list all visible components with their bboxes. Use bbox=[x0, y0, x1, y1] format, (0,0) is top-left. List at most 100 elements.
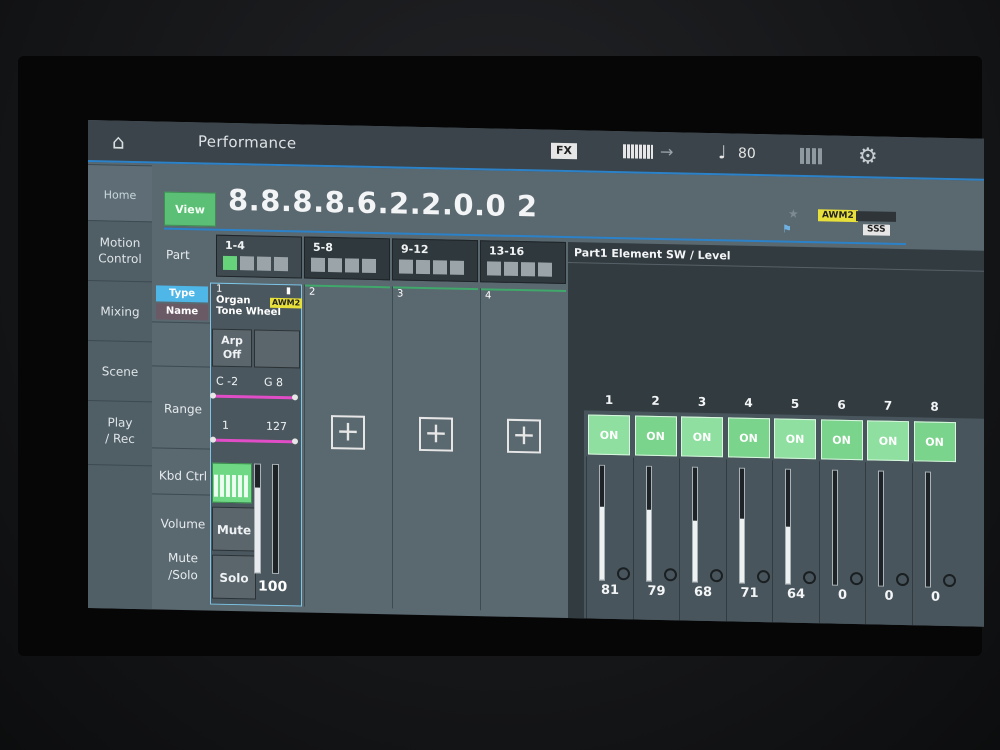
star-icon[interactable]: ★ bbox=[788, 207, 799, 221]
note-icon: ♩ bbox=[718, 142, 727, 164]
part-cell bbox=[345, 258, 359, 273]
part-top-line bbox=[481, 288, 566, 293]
velocity-low-handle[interactable] bbox=[210, 436, 216, 443]
element-on-button[interactable]: ON bbox=[913, 421, 956, 463]
fx-badge[interactable]: FX bbox=[551, 142, 577, 160]
element-number: 7 bbox=[883, 398, 893, 413]
element-level-fader[interactable] bbox=[692, 466, 698, 583]
element-number: 2 bbox=[651, 393, 660, 408]
part-cell bbox=[416, 259, 430, 275]
tab-part-1-4[interactable]: 1-4 bbox=[216, 234, 302, 279]
add-part-button[interactable]: + bbox=[419, 416, 453, 452]
part-cell bbox=[399, 259, 413, 274]
element-level-column: 0 bbox=[865, 462, 911, 626]
element-level-fader[interactable] bbox=[738, 467, 745, 584]
element-on-button[interactable]: ON bbox=[774, 418, 816, 460]
flag-icon: ⚑ bbox=[782, 222, 792, 236]
row-divider bbox=[152, 493, 218, 496]
type-button[interactable]: Type bbox=[156, 285, 208, 303]
element-knob-icon[interactable] bbox=[942, 573, 956, 588]
tempo-value[interactable]: 80 bbox=[738, 146, 756, 162]
awm2-badge: AWM2 bbox=[818, 209, 858, 223]
menu-item-play-rec[interactable]: Play / Rec bbox=[88, 400, 152, 466]
element-knob-icon[interactable] bbox=[710, 569, 723, 583]
note-high-handle[interactable] bbox=[292, 394, 298, 401]
tab-label: 5-8 bbox=[313, 240, 333, 255]
left-menu: Home Motion Control Mixing Scene Play / … bbox=[88, 164, 152, 610]
part2-strip[interactable]: 2 + bbox=[304, 284, 390, 609]
solo-button[interactable]: Solo bbox=[212, 554, 256, 600]
part-cell bbox=[433, 260, 447, 275]
element-knob-icon[interactable] bbox=[803, 570, 816, 585]
part-cell bbox=[223, 255, 237, 271]
element-on-button[interactable]: ON bbox=[727, 417, 770, 459]
mute-solo-label: Mute /Solo bbox=[167, 550, 199, 583]
part-cell bbox=[240, 256, 254, 271]
element-level-column: 81 bbox=[586, 456, 632, 620]
part-top-line bbox=[393, 286, 478, 291]
element-level-fader[interactable] bbox=[785, 468, 791, 585]
menu-item-scene[interactable]: Scene bbox=[88, 340, 152, 402]
grid-icon[interactable] bbox=[800, 147, 824, 165]
element-level-column: 0 bbox=[818, 461, 865, 625]
part-cell bbox=[504, 261, 518, 277]
element-on-button[interactable]: ON bbox=[867, 420, 909, 462]
tab-part-9-12[interactable]: 9-12 bbox=[392, 238, 478, 283]
fader-fill bbox=[600, 507, 604, 580]
name-button[interactable]: Name bbox=[156, 303, 208, 321]
velocity-low[interactable]: 1 bbox=[222, 419, 229, 432]
tab-part-5-8[interactable]: 5-8 bbox=[304, 236, 390, 281]
add-part-button[interactable]: + bbox=[331, 414, 365, 450]
note-low-handle[interactable] bbox=[210, 392, 216, 399]
element-on-button[interactable]: ON bbox=[820, 419, 863, 461]
note-low[interactable]: C -2 bbox=[216, 375, 238, 388]
menu-item-home[interactable]: Home bbox=[88, 164, 152, 222]
home-icon[interactable]: ⌂ bbox=[112, 130, 136, 154]
element-level-column: 71 bbox=[725, 459, 772, 623]
usb-icon: → bbox=[660, 141, 674, 162]
element-on-button[interactable]: ON bbox=[634, 415, 677, 457]
touch-screen: ⌂ Performance FX → ♩ 80 ⚙ Home Motion Co… bbox=[88, 120, 984, 627]
tab-part-13-16[interactable]: 13-16 bbox=[480, 240, 566, 285]
element-number: 1 bbox=[604, 392, 614, 408]
arp-off-button[interactable]: Arp Off bbox=[212, 328, 252, 368]
element-level-column: 68 bbox=[679, 458, 725, 622]
part4-strip[interactable]: 4 + bbox=[480, 288, 566, 613]
part-cell bbox=[257, 256, 271, 271]
part3-strip[interactable]: 3 + bbox=[392, 286, 478, 611]
fader-fill bbox=[739, 518, 744, 583]
element-knob-icon[interactable] bbox=[896, 572, 909, 587]
add-part-button[interactable]: + bbox=[507, 418, 541, 454]
element-level-fader[interactable] bbox=[924, 471, 931, 588]
element-level-fader[interactable] bbox=[878, 470, 884, 587]
element-on-button[interactable]: ON bbox=[681, 416, 723, 458]
element-level-fader[interactable] bbox=[645, 465, 652, 582]
element-knob-icon[interactable] bbox=[663, 568, 677, 582]
tab-label: 9-12 bbox=[401, 242, 429, 257]
menu-item-motion-control[interactable]: Motion Control bbox=[88, 220, 152, 282]
element-level-fader[interactable] bbox=[599, 464, 605, 581]
element-knob-icon[interactable] bbox=[849, 571, 863, 586]
view-button[interactable]: View bbox=[164, 191, 216, 227]
part1-status-icon: ▮ bbox=[286, 286, 291, 297]
page-title: Performance bbox=[198, 132, 297, 153]
velocity-high[interactable]: 127 bbox=[266, 420, 287, 433]
element-number: 8 bbox=[930, 399, 939, 414]
gear-icon[interactable]: ⚙ bbox=[858, 144, 878, 169]
part1-volume-value: 100 bbox=[258, 578, 288, 596]
mute-button[interactable]: Mute bbox=[212, 506, 256, 552]
element-knob-icon[interactable] bbox=[617, 567, 630, 581]
element-level-fader[interactable] bbox=[831, 469, 838, 586]
part1-volume-fader[interactable] bbox=[254, 463, 261, 574]
menu-item-mixing[interactable]: Mixing bbox=[88, 280, 152, 342]
tab-label: 13-16 bbox=[489, 244, 525, 259]
note-high[interactable]: G 8 bbox=[264, 376, 283, 389]
element-knob-icon[interactable] bbox=[756, 570, 770, 584]
element-on-button[interactable]: ON bbox=[588, 414, 630, 456]
performance-name[interactable]: 8.8.8.8.6.2.2.0.0 2 bbox=[228, 183, 538, 223]
part-cell bbox=[328, 258, 342, 273]
arp-empty-slot bbox=[254, 329, 300, 369]
element-level-column: 0 bbox=[911, 463, 958, 627]
velocity-high-handle[interactable] bbox=[292, 438, 298, 445]
element-level-value: 71 bbox=[740, 585, 759, 602]
